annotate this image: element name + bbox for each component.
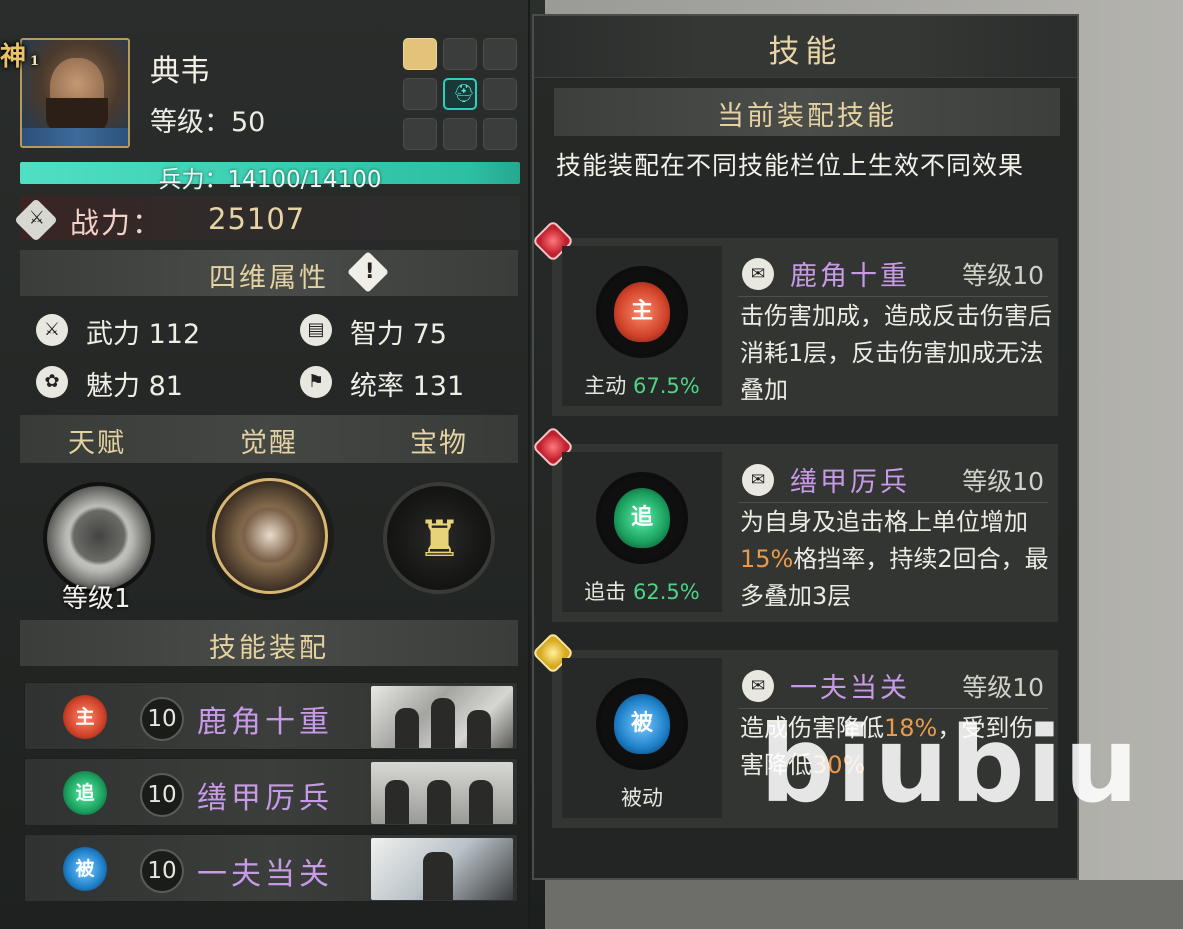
book-icon: ▤ bbox=[300, 314, 332, 346]
scroll-icon: ✉ bbox=[742, 258, 774, 290]
power-icon: ⚔ bbox=[14, 198, 58, 242]
right-background-bottom bbox=[545, 880, 1183, 929]
skill-artwork bbox=[371, 762, 513, 824]
skill-name: 缮甲厉兵 bbox=[197, 781, 333, 816]
equipped-skills-title: 当前装配技能 bbox=[717, 101, 897, 132]
skill-card-left: 被 被动 bbox=[562, 658, 722, 818]
hero-panel: 神 1 典韦 等级：50 ⛑ 兵力：14100/14100 ⚔ 战力： 2510… bbox=[0, 0, 530, 929]
treasure-armor-icon[interactable]: ♜ bbox=[383, 482, 495, 594]
talent-level: 等级1 bbox=[62, 584, 131, 614]
trigger-rate: 67.5% bbox=[632, 374, 700, 398]
formation-cell[interactable] bbox=[483, 78, 517, 110]
skill-card-left: 主 主动 67.5% bbox=[562, 246, 722, 406]
troop-bar: 兵力：14100/14100 bbox=[20, 162, 520, 193]
attributes-title: 四维属性 bbox=[209, 263, 329, 294]
skill-description: 为自身及追击格上单位增加15%格挡率，持续2回合，最多叠加3层 bbox=[740, 508, 1049, 610]
stat-command-label: 统率 131 bbox=[350, 371, 465, 402]
skill-level-badge: 10 bbox=[140, 773, 184, 817]
skill-type: 被动 bbox=[621, 786, 663, 810]
flag-icon: ⚑ bbox=[300, 366, 332, 398]
highlight-value: 15% bbox=[740, 545, 794, 573]
helmet-icon: ⛑ bbox=[453, 84, 475, 104]
god-rank-badge: 神 1 bbox=[0, 36, 40, 80]
skill-name: 缮甲厉兵 bbox=[790, 467, 910, 498]
tab-awaken[interactable]: 觉醒 bbox=[240, 421, 298, 460]
passive-flame-icon: 被 bbox=[63, 847, 107, 891]
watermark: biubiu bbox=[760, 704, 1141, 826]
troop-text: 兵力：14100/14100 bbox=[158, 167, 382, 193]
divider bbox=[738, 296, 1048, 297]
combat-power-row: ⚔ 战力： 25107 bbox=[14, 196, 520, 242]
formation-cell-selected[interactable]: ⛑ bbox=[443, 78, 477, 110]
skill-level-badge: 10 bbox=[140, 697, 184, 741]
active-flame-icon: 主 bbox=[596, 266, 688, 358]
formation-grid[interactable]: ⛑ bbox=[403, 38, 519, 152]
hero-level: 等级：50 bbox=[150, 107, 266, 138]
scroll-icon: ✉ bbox=[742, 464, 774, 496]
scroll-icon: ✉ bbox=[742, 670, 774, 702]
formation-cell[interactable] bbox=[403, 118, 437, 150]
power-label: 战力： bbox=[70, 206, 164, 240]
god-badge-char: 神 bbox=[0, 42, 27, 72]
skill-level: 等级10 bbox=[962, 261, 1044, 290]
skill-card-active[interactable]: 主 主动 67.5% ✉ 鹿角十重 等级10 击伤害加成，造成反击伤害后消耗1层… bbox=[531, 219, 1058, 416]
formation-cell[interactable] bbox=[483, 118, 517, 150]
skill-artwork bbox=[371, 838, 513, 900]
skill-type: 追击 62.5% bbox=[584, 580, 700, 604]
awaken-icon[interactable] bbox=[212, 478, 328, 594]
chase-flame-icon: 追 bbox=[596, 472, 688, 564]
stat-intellect-label: 智力 75 bbox=[350, 319, 447, 350]
skill-name: 鹿角十重 bbox=[197, 705, 333, 740]
panel-title-bar: 技能 bbox=[534, 16, 1077, 78]
passive-flame-icon: 被 bbox=[596, 678, 688, 770]
skill-level: 等级10 bbox=[962, 673, 1044, 702]
skill-level-badge: 10 bbox=[140, 849, 184, 893]
chase-flame-icon: 追 bbox=[63, 771, 107, 815]
panel-title: 技能 bbox=[768, 34, 843, 70]
divider bbox=[738, 502, 1048, 503]
skill-slot-1[interactable]: 主 10 鹿角十重 bbox=[24, 682, 518, 750]
sword-icon: ⚔ bbox=[36, 314, 68, 346]
flower-icon: ✿ bbox=[36, 366, 68, 398]
god-badge-num: 1 bbox=[30, 54, 40, 69]
skill-slot-3[interactable]: 被 10 一夫当关 bbox=[24, 834, 518, 902]
tab-treasure[interactable]: 宝物 bbox=[410, 421, 468, 460]
trigger-rate: 62.5% bbox=[632, 580, 700, 604]
portrait-armor bbox=[22, 128, 128, 146]
formation-cell[interactable] bbox=[483, 38, 517, 70]
hero-name: 典韦 bbox=[150, 54, 210, 89]
formation-cell[interactable] bbox=[443, 118, 477, 150]
skill-level: 等级10 bbox=[962, 467, 1044, 496]
skills-header: 技能装配 bbox=[20, 620, 518, 666]
stat-force-label: 武力 112 bbox=[86, 319, 201, 350]
formation-cell[interactable] bbox=[443, 38, 477, 70]
skill-card-chase[interactable]: 追 追击 62.5% ✉ 缮甲厉兵 等级10 为自身及追击格上单位增加15%格挡… bbox=[531, 425, 1058, 622]
formation-cell-occupied[interactable] bbox=[403, 38, 437, 70]
skill-name: 鹿角十重 bbox=[790, 261, 910, 292]
skill-name: 一夫当关 bbox=[197, 857, 333, 892]
power-value: 25107 bbox=[208, 202, 306, 236]
feature-tabs: 天赋 觉醒 宝物 bbox=[20, 415, 518, 463]
skill-type: 主动 67.5% bbox=[584, 374, 700, 398]
formation-cell[interactable] bbox=[403, 78, 437, 110]
active-flame-icon: 主 bbox=[63, 695, 107, 739]
stat-charm-label: 魅力 81 bbox=[86, 371, 183, 402]
skill-name: 一夫当关 bbox=[790, 673, 910, 704]
panel-description: 技能装配在不同技能栏位上生效不同效果 bbox=[556, 151, 1025, 180]
skill-description: 击伤害加成，造成反击伤害后消耗1层，反击伤害加成无法叠加 bbox=[740, 302, 1052, 404]
skill-artwork bbox=[371, 686, 513, 748]
skills-title: 技能装配 bbox=[209, 633, 329, 664]
attributes-header: 四维属性 ! bbox=[20, 250, 518, 296]
equipped-skills-header: 当前装配技能 bbox=[554, 88, 1060, 136]
tab-talent[interactable]: 天赋 bbox=[68, 421, 126, 460]
skill-card-left: 追 追击 62.5% bbox=[562, 452, 722, 612]
skill-slot-2[interactable]: 追 10 缮甲厉兵 bbox=[24, 758, 518, 826]
